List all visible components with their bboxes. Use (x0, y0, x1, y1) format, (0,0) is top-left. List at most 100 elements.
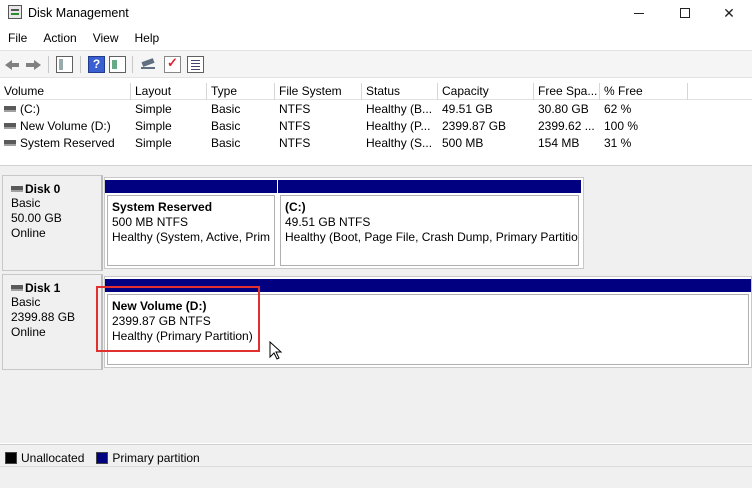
title-bar: Disk Management ✕ (0, 0, 752, 26)
status-bar (0, 466, 752, 488)
cell-layout: Simple (135, 119, 172, 133)
cell-capacity: 49.51 GB (442, 102, 493, 116)
cell-percent-free: 100 % (604, 119, 639, 133)
cell-status: Healthy (S... (366, 136, 433, 150)
check-icon[interactable] (164, 55, 181, 73)
cell-volume: System Reserved (20, 136, 115, 150)
partition-body: System Reserved 500 MB NTFS Healthy (Sys… (107, 195, 275, 266)
legend-label-unallocated: Unallocated (21, 450, 85, 465)
partition-body: (C:) 49.51 GB NTFS Healthy (Boot, Page F… (280, 195, 579, 266)
minimize-button[interactable] (616, 0, 662, 26)
table-row[interactable]: (C:) Simple Basic NTFS Healthy (B... 49.… (0, 101, 752, 118)
maximize-icon (680, 8, 690, 18)
column-header-percent-free[interactable]: % Free (600, 83, 688, 100)
legend: Unallocated Primary partition (0, 444, 752, 466)
disk-0-title: Disk 0 (25, 182, 61, 196)
partition-name: System Reserved (112, 200, 213, 214)
cell-free-space: 30.80 GB (538, 102, 589, 116)
legend-swatch-unallocated (5, 451, 17, 464)
disk-management-icon (8, 5, 22, 19)
disk-1-state: Online (11, 325, 46, 339)
cell-layout: Simple (135, 136, 172, 150)
disk-0-state: Online (11, 226, 46, 240)
menu-file[interactable]: File (0, 28, 35, 48)
cell-file-system: NTFS (279, 102, 311, 116)
legend-swatch-primary (96, 451, 109, 464)
properties-icon[interactable] (109, 56, 126, 73)
menu-view[interactable]: View (85, 28, 127, 48)
cell-layout: Simple (135, 102, 172, 116)
disk-1-title: Disk 1 (25, 281, 61, 295)
cell-volume: (C:) (20, 102, 40, 116)
column-header-file-system[interactable]: File System (275, 83, 362, 100)
cell-percent-free: 31 % (604, 136, 632, 150)
column-header-type[interactable]: Type (207, 83, 275, 100)
volume-icon (4, 140, 16, 146)
toolbar-separator (132, 56, 133, 73)
cell-percent-free: 62 % (604, 102, 632, 116)
disk-0-name: Disk 0 (11, 182, 101, 196)
mouse-cursor-icon (269, 341, 283, 360)
menu-help[interactable]: Help (127, 28, 168, 48)
connect-disk-icon[interactable] (140, 56, 157, 73)
column-header-layout[interactable]: Layout (131, 83, 207, 100)
forward-arrow-icon[interactable] (25, 56, 42, 73)
menu-action[interactable]: Action (35, 28, 84, 48)
disk-0-partitions: System Reserved 500 MB NTFS Healthy (Sys… (104, 177, 584, 269)
close-button[interactable]: ✕ (706, 0, 752, 26)
cell-type: Basic (211, 136, 241, 150)
cell-capacity: 2399.87 GB (442, 119, 507, 133)
volume-list-header: Volume Layout Type File System Status Ca… (0, 83, 752, 100)
table-row[interactable]: New Volume (D:) Simple Basic NTFS Health… (0, 118, 752, 135)
disk-1-name: Disk 1 (11, 281, 101, 295)
partition-name: (C:) (285, 200, 306, 214)
list-icon[interactable] (187, 56, 204, 73)
toolbar-separator (48, 56, 49, 73)
volume-icon (4, 106, 16, 112)
window-title: Disk Management (28, 6, 129, 20)
partition-size: 49.51 GB NTFS (285, 215, 371, 229)
cell-capacity: 500 MB (442, 136, 484, 150)
toolbar: ? (0, 50, 752, 78)
cell-status: Healthy (P... (366, 119, 431, 133)
close-icon: ✕ (723, 4, 735, 21)
cell-file-system: NTFS (279, 136, 311, 150)
cell-free-space: 2399.62 ... (538, 119, 595, 133)
cell-status: Healthy (B... (366, 102, 433, 116)
partition-color-bar (105, 180, 277, 193)
partition-status: Healthy (System, Active, Prim (112, 230, 271, 244)
cell-volume: New Volume (D:) (20, 119, 111, 133)
disk-0-size: 50.00 GB (11, 211, 62, 225)
cell-type: Basic (211, 119, 241, 133)
disk-icon (11, 186, 23, 192)
minimize-icon (634, 12, 644, 14)
column-header-status[interactable]: Status (362, 83, 438, 100)
back-arrow-icon[interactable] (4, 56, 21, 73)
partition-system-reserved[interactable]: System Reserved 500 MB NTFS Healthy (Sys… (105, 180, 277, 268)
cell-file-system: NTFS (279, 119, 311, 133)
highlight-annotation (96, 286, 260, 352)
partition-status: Healthy (Boot, Page File, Crash Dump, Pr… (285, 230, 579, 244)
cell-free-space: 154 MB (538, 136, 580, 150)
partition-c[interactable]: (C:) 49.51 GB NTFS Healthy (Boot, Page F… (278, 180, 581, 268)
disk-0-type: Basic (11, 196, 41, 210)
legend-label-primary: Primary partition (112, 450, 200, 465)
disk-1-label[interactable]: Disk 1 Basic 2399.88 GB Online (2, 274, 103, 370)
help-icon[interactable]: ? (88, 56, 105, 73)
disk-0-label[interactable]: Disk 0 Basic 50.00 GB Online (2, 175, 103, 271)
maximize-button[interactable] (662, 0, 708, 26)
menu-bar: File Action View Help (0, 28, 752, 48)
disk-1-type: Basic (11, 295, 41, 309)
console-tree-icon[interactable] (56, 56, 73, 73)
column-header-free-space[interactable]: Free Spa... (534, 83, 600, 100)
volume-list: (C:) Simple Basic NTFS Healthy (B... 49.… (0, 101, 752, 152)
toolbar-separator (80, 56, 81, 73)
volume-icon (4, 123, 16, 129)
disk-1-size: 2399.88 GB (11, 310, 76, 324)
table-row[interactable]: System Reserved Simple Basic NTFS Health… (0, 135, 752, 152)
column-header-volume[interactable]: Volume (0, 83, 131, 100)
column-header-capacity[interactable]: Capacity (438, 83, 534, 100)
partition-size: 500 MB NTFS (112, 215, 189, 229)
disk-icon (11, 285, 23, 291)
partition-color-bar (278, 180, 581, 193)
